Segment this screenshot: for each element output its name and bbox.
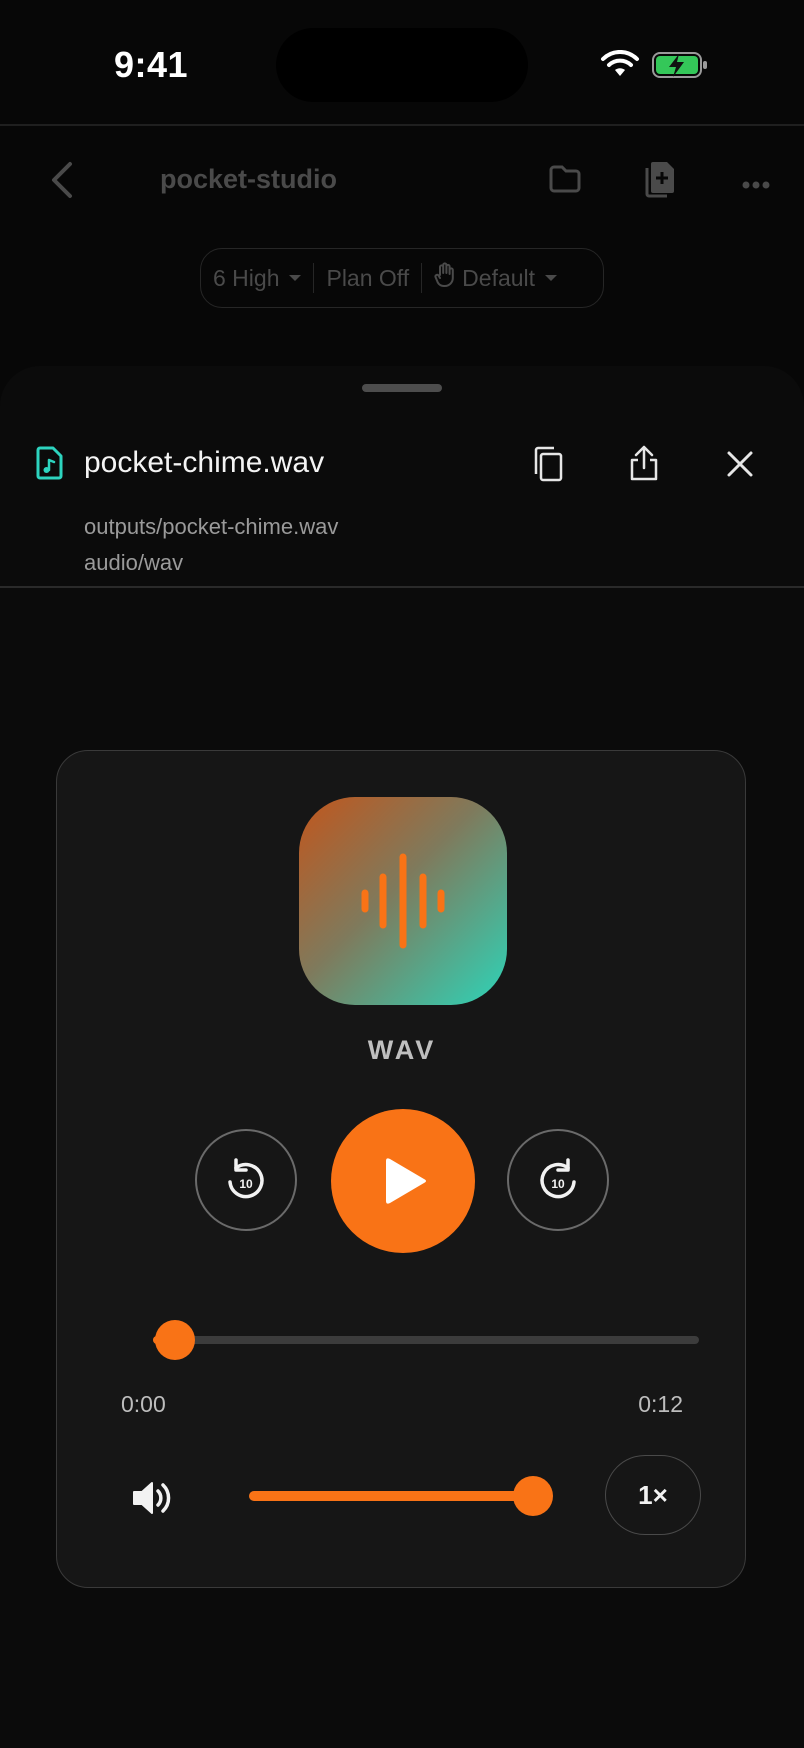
- effort-label: 6 High: [213, 264, 280, 291]
- header-divider: [0, 124, 804, 126]
- plan-label: Plan Off: [326, 264, 410, 291]
- back-chevron-icon[interactable]: [44, 158, 84, 207]
- audio-artwork: [299, 797, 507, 1005]
- permission-label: Default: [462, 264, 536, 291]
- volume-slider[interactable]: [249, 1476, 553, 1516]
- skip-forward-button[interactable]: 10: [507, 1129, 609, 1231]
- hand-icon: [434, 262, 456, 294]
- playback-speed-button[interactable]: 1×: [605, 1455, 701, 1535]
- file-path: outputs/pocket-chime.wav: [84, 514, 339, 539]
- file-name: pocket-chime.wav: [84, 446, 325, 479]
- more-icon[interactable]: [742, 176, 770, 194]
- effort-selector[interactable]: 6 High: [201, 249, 313, 307]
- progress-thumb[interactable]: [154, 1320, 195, 1360]
- wifi-icon: [600, 49, 640, 85]
- forward-10-icon: 10: [536, 1156, 580, 1204]
- chevron-down-icon: [545, 275, 558, 281]
- current-time: 0:00: [121, 1391, 166, 1417]
- duration: 0:12: [638, 1391, 683, 1417]
- volume-icon[interactable]: [131, 1479, 175, 1522]
- play-button[interactable]: [331, 1109, 475, 1253]
- copy-icon[interactable]: [532, 446, 564, 487]
- replay-10-icon: 10: [224, 1156, 268, 1204]
- audio-file-icon: [36, 446, 64, 485]
- plan-toggle[interactable]: Plan Off: [314, 249, 421, 307]
- progress-slider[interactable]: [153, 1320, 699, 1360]
- session-options-bar: 6 High Plan Off Default: [200, 248, 604, 308]
- close-icon[interactable]: [726, 450, 754, 483]
- chevron-down-icon: [289, 275, 302, 281]
- app-title: pocket-studio: [160, 164, 338, 194]
- sheet-divider: [0, 586, 804, 588]
- status-bar: 9:41: [0, 0, 804, 120]
- share-icon[interactable]: [628, 444, 660, 487]
- play-icon: [386, 1158, 426, 1204]
- folder-icon[interactable]: [548, 164, 582, 199]
- audio-player-card: WAV 10 10 0:00 0:12 1×: [56, 750, 746, 1588]
- add-document-icon[interactable]: [644, 160, 676, 203]
- volume-thumb[interactable]: [513, 1476, 553, 1516]
- waveform-icon: [361, 853, 445, 949]
- volume-fill: [249, 1491, 533, 1501]
- battery-charging-icon: [652, 50, 708, 85]
- file-mime-type: audio/wav: [84, 550, 184, 575]
- status-time: 9:41: [114, 44, 189, 85]
- skip-forward-seconds: 10: [551, 1177, 565, 1191]
- skip-back-button[interactable]: 10: [195, 1129, 297, 1231]
- dynamic-island: [276, 28, 528, 102]
- format-label: WAV: [367, 1035, 437, 1065]
- permission-selector[interactable]: Default: [422, 249, 569, 307]
- skip-back-seconds: 10: [239, 1177, 253, 1191]
- sheet-grabber[interactable]: [362, 384, 442, 392]
